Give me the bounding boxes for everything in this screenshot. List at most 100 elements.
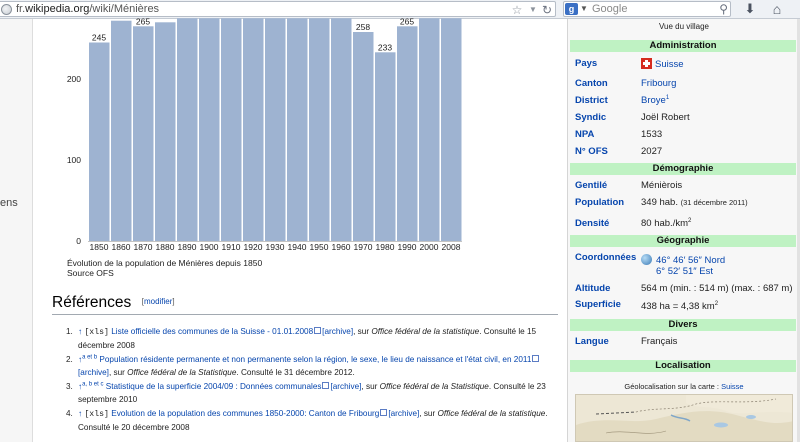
- archive-link[interactable]: [archive]: [330, 382, 361, 391]
- reference-source: Office fédéral de la Statistique: [127, 368, 237, 377]
- edit-section-link[interactable]: [modifier]: [142, 297, 175, 306]
- population-chart: 1850 1860 1870 1880 1890 1900 1910 1920 1930 1940…: [67, 16, 462, 252]
- x-tick-label: 1890: [178, 242, 197, 252]
- label-coordonnees[interactable]: Coordonnées: [575, 252, 636, 264]
- reference-item: 1. ↑ [xls] Liste officielle des communes …: [66, 325, 561, 352]
- location-map[interactable]: [575, 394, 793, 442]
- header-administration: Administration: [570, 40, 796, 52]
- backlink-arrow[interactable]: ↑: [78, 409, 82, 418]
- search-placeholder[interactable]: Google: [592, 2, 627, 16]
- backlink-arrow[interactable]: ↑: [78, 327, 82, 336]
- value-label: 258: [356, 22, 370, 32]
- label-population[interactable]: Population: [575, 197, 624, 209]
- search-engine-badge[interactable]: g: [565, 3, 578, 15]
- label-ofs[interactable]: N° OFS: [575, 146, 608, 158]
- label-superficie[interactable]: Superficie: [575, 299, 621, 311]
- bar-1970: [353, 32, 374, 241]
- value-npa: 1533: [641, 129, 663, 140]
- swiss-flag-icon: [641, 58, 652, 69]
- value-population: 349 hab. (31 décembre 2011): [641, 197, 748, 208]
- label-canton[interactable]: Canton: [575, 78, 608, 90]
- chart-caption: Évolution de la population de Ménières d…: [67, 258, 263, 268]
- value-label: 233: [378, 42, 392, 52]
- y-tick-label: 100: [67, 155, 81, 165]
- image-caption: Vue du village: [659, 22, 709, 31]
- reference-source: Office fédéral de la statistique: [371, 327, 480, 336]
- label-densite[interactable]: Densité: [575, 218, 609, 230]
- y-tick-label: 0: [76, 236, 81, 246]
- label-district[interactable]: District: [575, 95, 608, 107]
- x-tick-label: 2008: [442, 242, 461, 252]
- label-npa[interactable]: NPA: [575, 129, 594, 141]
- value-ofs: 2027: [641, 146, 663, 157]
- archive-link[interactable]: [archive]: [388, 409, 419, 418]
- file-type-tag: [xls]: [84, 328, 109, 337]
- bar-2008: [441, 18, 462, 241]
- x-tick-label: 1970: [354, 242, 373, 252]
- home-icon[interactable]: ⌂: [768, 0, 786, 18]
- value-syndic: Joël Robert: [641, 112, 690, 123]
- bar-1880: [155, 22, 176, 241]
- reference-link[interactable]: Evolution de la population des communes …: [111, 409, 379, 418]
- label-gentile[interactable]: Gentilé: [575, 180, 607, 192]
- bar-1950: [309, 18, 330, 241]
- y-tick-label: 200: [67, 74, 81, 84]
- reference-item: 3. ↑a, b et c Statistique de la superfici…: [66, 380, 561, 406]
- infobox: Vue du village Administration Pays Suiss…: [568, 19, 800, 442]
- x-tick-label: 1880: [156, 242, 175, 252]
- reference-link[interactable]: Statistique de la superficie 2004/09 : D…: [106, 382, 322, 391]
- reference-link[interactable]: Liste officielle des communes de la Suis…: [111, 327, 313, 336]
- value-label: 245: [92, 33, 106, 43]
- section-title: Références: [52, 294, 132, 311]
- value-pays[interactable]: Suisse: [641, 58, 684, 71]
- x-tick-label: 1900: [200, 242, 219, 252]
- reference-link[interactable]: Population résidente permanente et non p…: [99, 355, 531, 364]
- globe-icon: [641, 254, 652, 265]
- search-input[interactable]: g ▼ Google ⚲: [563, 1, 731, 17]
- reference-number: 4.: [66, 409, 73, 418]
- external-link-icon: [532, 355, 540, 362]
- x-tick-label: 1950: [310, 242, 329, 252]
- bar-1980: [375, 52, 396, 241]
- value-label: 265: [400, 16, 414, 26]
- x-tick-label: 1960: [332, 242, 351, 252]
- reference-sur: , sur: [361, 382, 380, 391]
- x-tick-label: 2000: [420, 242, 439, 252]
- bar-1920: [243, 18, 264, 241]
- bar-1910: [221, 18, 242, 241]
- bar-1900: [199, 18, 220, 241]
- archive-link[interactable]: [archive]: [322, 327, 353, 336]
- label-pays[interactable]: Pays: [575, 58, 597, 70]
- x-tick-label: 1910: [222, 242, 241, 252]
- chart-source: Source OFS: [67, 268, 114, 278]
- chevron-down-icon[interactable]: ▼: [580, 2, 588, 16]
- reference-sur: , sur: [353, 327, 372, 336]
- geolocation-link[interactable]: Suisse: [721, 382, 744, 391]
- value-langue: Français: [641, 336, 678, 347]
- bar-1870: [133, 26, 154, 241]
- reference-sur: , sur: [419, 409, 438, 418]
- x-tick-label: 1870: [134, 242, 153, 252]
- download-icon[interactable]: ⬇: [742, 0, 758, 18]
- reference-source: Office fédéral de la Statistique: [379, 382, 489, 391]
- value-district[interactable]: Broye1: [641, 95, 669, 107]
- value-coord-lon[interactable]: 6° 52′ 51″ Est: [656, 266, 713, 278]
- backlink-letters[interactable]: a et b: [82, 354, 97, 360]
- value-label: 265: [136, 16, 150, 26]
- bar-1940: [287, 18, 308, 241]
- external-link-icon: [314, 327, 322, 334]
- x-tick-label: 1990: [398, 242, 417, 252]
- header-geographie: Géographie: [570, 235, 796, 247]
- backlink-letters[interactable]: a, b et c: [82, 381, 103, 387]
- archive-link[interactable]: [archive]: [78, 368, 109, 377]
- label-altitude[interactable]: Altitude: [575, 283, 610, 295]
- label-langue[interactable]: Langue: [575, 336, 609, 348]
- search-icon[interactable]: ⚲: [719, 2, 728, 16]
- bar-1990: [397, 26, 418, 241]
- label-syndic[interactable]: Syndic: [575, 112, 606, 124]
- header-demographie: Démographie: [570, 163, 796, 175]
- x-tick-label: 1930: [266, 242, 285, 252]
- x-tick-label: 1860: [112, 242, 131, 252]
- reference-consulted: . Consulté le 31 décembre 2012.: [236, 368, 355, 377]
- value-canton[interactable]: Fribourg: [641, 78, 676, 90]
